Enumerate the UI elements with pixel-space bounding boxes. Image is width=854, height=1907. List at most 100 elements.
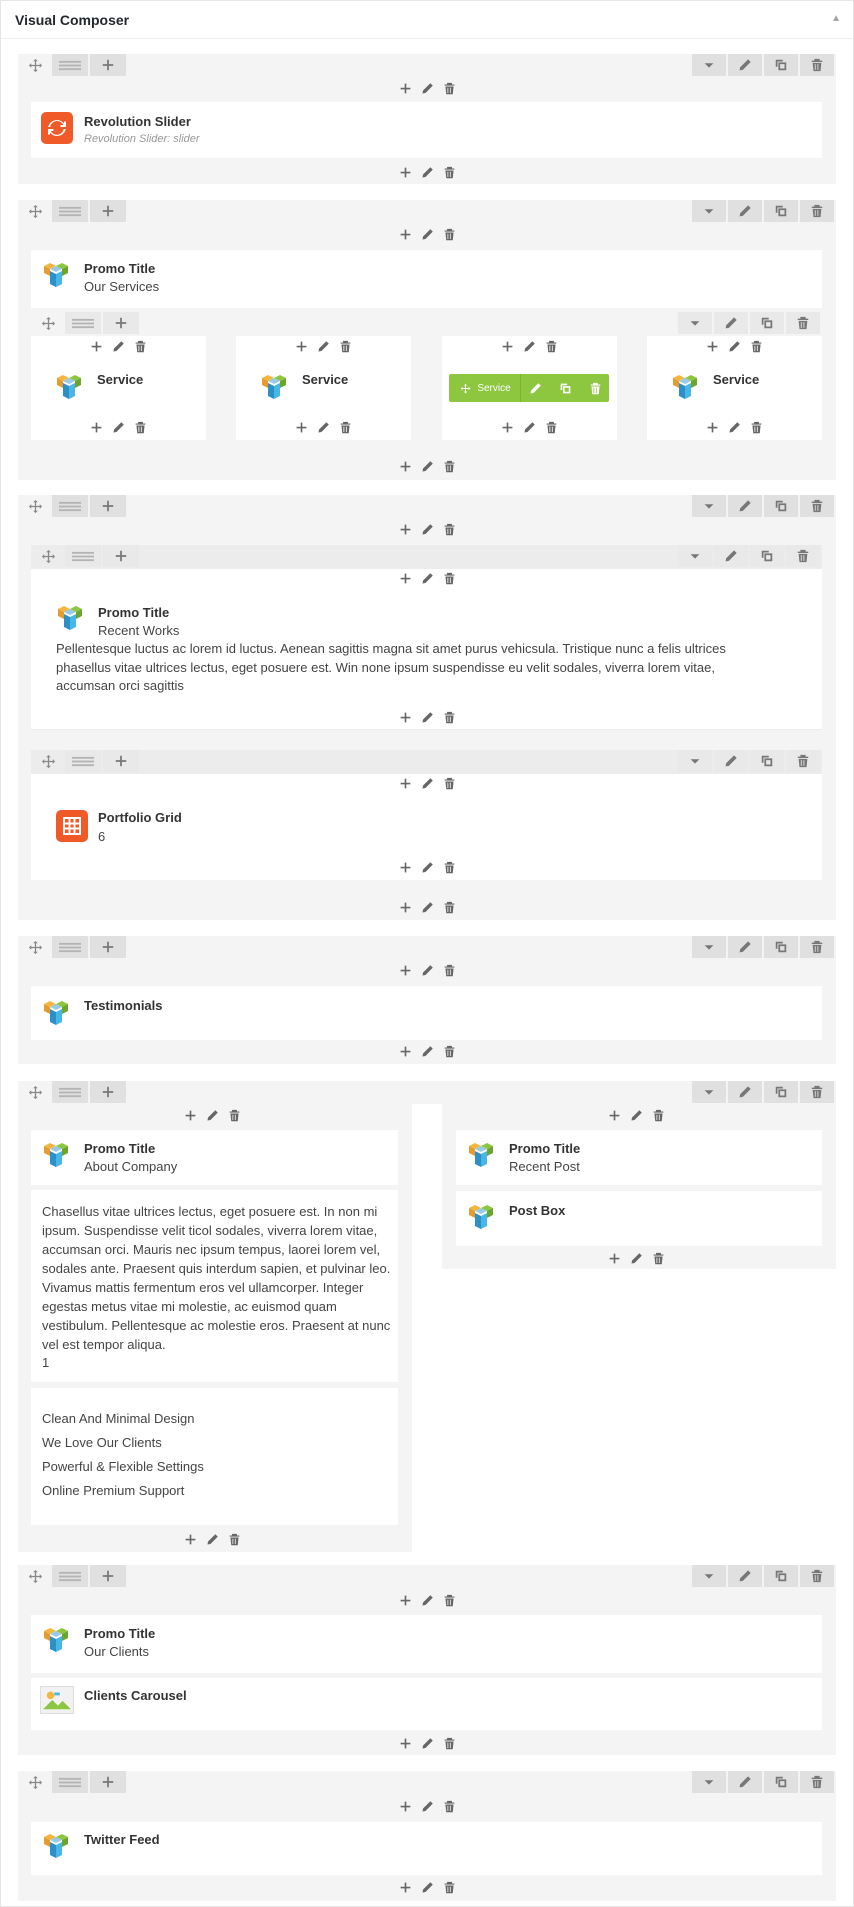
delete-icon[interactable] bbox=[441, 521, 457, 537]
delete-icon[interactable] bbox=[800, 200, 834, 222]
delete-icon[interactable] bbox=[581, 377, 609, 399]
add-column-icon[interactable] bbox=[90, 1565, 126, 1587]
testimonials-element[interactable] bbox=[31, 986, 822, 1040]
delete-icon[interactable] bbox=[748, 338, 764, 354]
revolution-slider-element[interactable] bbox=[31, 102, 822, 158]
layout-icon[interactable] bbox=[52, 936, 88, 958]
delete-icon[interactable] bbox=[786, 312, 820, 334]
clone-icon[interactable] bbox=[764, 936, 798, 958]
layout-icon[interactable] bbox=[52, 54, 88, 76]
delete-icon[interactable] bbox=[226, 1107, 242, 1123]
edit-icon[interactable] bbox=[419, 570, 435, 586]
chevron-down-icon[interactable] bbox=[692, 200, 726, 222]
move-icon[interactable] bbox=[22, 1771, 48, 1793]
chevron-down-icon[interactable] bbox=[678, 545, 712, 567]
edit-icon[interactable] bbox=[628, 1107, 644, 1123]
edit-icon[interactable] bbox=[419, 709, 435, 725]
delete-icon[interactable] bbox=[748, 419, 764, 435]
edit-icon[interactable] bbox=[521, 377, 549, 399]
chevron-down-icon[interactable] bbox=[692, 495, 726, 517]
add-icon[interactable] bbox=[397, 1592, 413, 1608]
edit-icon[interactable] bbox=[521, 419, 537, 435]
delete-icon[interactable] bbox=[441, 709, 457, 725]
edit-icon[interactable] bbox=[726, 338, 742, 354]
delete-icon[interactable] bbox=[441, 1735, 457, 1751]
edit-icon[interactable] bbox=[419, 1879, 435, 1895]
move-icon[interactable] bbox=[22, 54, 48, 76]
add-column-icon[interactable] bbox=[103, 545, 139, 567]
edit-icon[interactable] bbox=[419, 164, 435, 180]
layout-icon[interactable] bbox=[52, 1565, 88, 1587]
edit-icon[interactable] bbox=[204, 1107, 220, 1123]
add-column-icon[interactable] bbox=[90, 1081, 126, 1103]
delete-icon[interactable] bbox=[800, 1081, 834, 1103]
delete-icon[interactable] bbox=[441, 570, 457, 586]
clone-icon[interactable] bbox=[764, 200, 798, 222]
edit-icon[interactable] bbox=[419, 899, 435, 915]
chevron-down-icon[interactable] bbox=[678, 312, 712, 334]
move-icon[interactable] bbox=[22, 200, 48, 222]
delete-icon[interactable] bbox=[441, 1798, 457, 1814]
edit-icon[interactable] bbox=[110, 419, 126, 435]
layout-icon[interactable] bbox=[52, 495, 88, 517]
delete-icon[interactable] bbox=[441, 962, 457, 978]
edit-icon[interactable] bbox=[419, 1735, 435, 1751]
add-column-icon[interactable] bbox=[90, 1771, 126, 1793]
add-icon[interactable] bbox=[397, 521, 413, 537]
edit-icon[interactable] bbox=[419, 775, 435, 791]
delete-icon[interactable] bbox=[441, 859, 457, 875]
edit-icon[interactable] bbox=[521, 338, 537, 354]
edit-icon[interactable] bbox=[714, 750, 748, 772]
edit-icon[interactable] bbox=[419, 1043, 435, 1059]
edit-icon[interactable] bbox=[110, 338, 126, 354]
edit-icon[interactable] bbox=[714, 545, 748, 567]
edit-icon[interactable] bbox=[419, 458, 435, 474]
clone-icon[interactable] bbox=[764, 1565, 798, 1587]
add-icon[interactable] bbox=[397, 899, 413, 915]
move-icon[interactable] bbox=[22, 1565, 48, 1587]
promo-title-element[interactable] bbox=[31, 1130, 398, 1185]
edit-icon[interactable] bbox=[419, 226, 435, 242]
add-icon[interactable] bbox=[397, 164, 413, 180]
post-box-element[interactable] bbox=[456, 1191, 822, 1246]
edit-icon[interactable] bbox=[204, 1531, 220, 1547]
delete-icon[interactable] bbox=[800, 495, 834, 517]
move-icon[interactable] bbox=[35, 312, 61, 334]
chevron-down-icon[interactable] bbox=[692, 1771, 726, 1793]
edit-icon[interactable] bbox=[419, 521, 435, 537]
add-icon[interactable] bbox=[606, 1107, 622, 1123]
edit-icon[interactable] bbox=[419, 962, 435, 978]
add-column-icon[interactable] bbox=[90, 495, 126, 517]
chevron-down-icon[interactable] bbox=[692, 936, 726, 958]
delete-icon[interactable] bbox=[441, 1879, 457, 1895]
delete-icon[interactable] bbox=[786, 750, 820, 772]
delete-icon[interactable] bbox=[650, 1250, 666, 1266]
edit-icon[interactable] bbox=[315, 338, 331, 354]
add-icon[interactable] bbox=[499, 419, 515, 435]
add-icon[interactable] bbox=[397, 1798, 413, 1814]
delete-icon[interactable] bbox=[800, 54, 834, 76]
clone-icon[interactable] bbox=[764, 1771, 798, 1793]
delete-icon[interactable] bbox=[800, 936, 834, 958]
delete-icon[interactable] bbox=[800, 1565, 834, 1587]
move-icon[interactable] bbox=[22, 495, 48, 517]
delete-icon[interactable] bbox=[441, 458, 457, 474]
edit-icon[interactable] bbox=[728, 1565, 762, 1587]
add-icon[interactable] bbox=[397, 1043, 413, 1059]
edit-icon[interactable] bbox=[419, 859, 435, 875]
add-icon[interactable] bbox=[182, 1531, 198, 1547]
collapse-toggle-icon[interactable]: ▲ bbox=[831, 13, 841, 24]
delete-icon[interactable] bbox=[132, 419, 148, 435]
delete-icon[interactable] bbox=[543, 419, 559, 435]
add-icon[interactable] bbox=[397, 709, 413, 725]
edit-icon[interactable] bbox=[419, 1592, 435, 1608]
layout-icon[interactable] bbox=[65, 312, 101, 334]
edit-icon[interactable] bbox=[726, 419, 742, 435]
delete-icon[interactable] bbox=[786, 545, 820, 567]
add-column-icon[interactable] bbox=[90, 936, 126, 958]
clients-carousel-element[interactable] bbox=[31, 1678, 822, 1730]
add-icon[interactable] bbox=[397, 458, 413, 474]
delete-icon[interactable] bbox=[543, 338, 559, 354]
add-icon[interactable] bbox=[397, 859, 413, 875]
add-icon[interactable] bbox=[397, 1735, 413, 1751]
